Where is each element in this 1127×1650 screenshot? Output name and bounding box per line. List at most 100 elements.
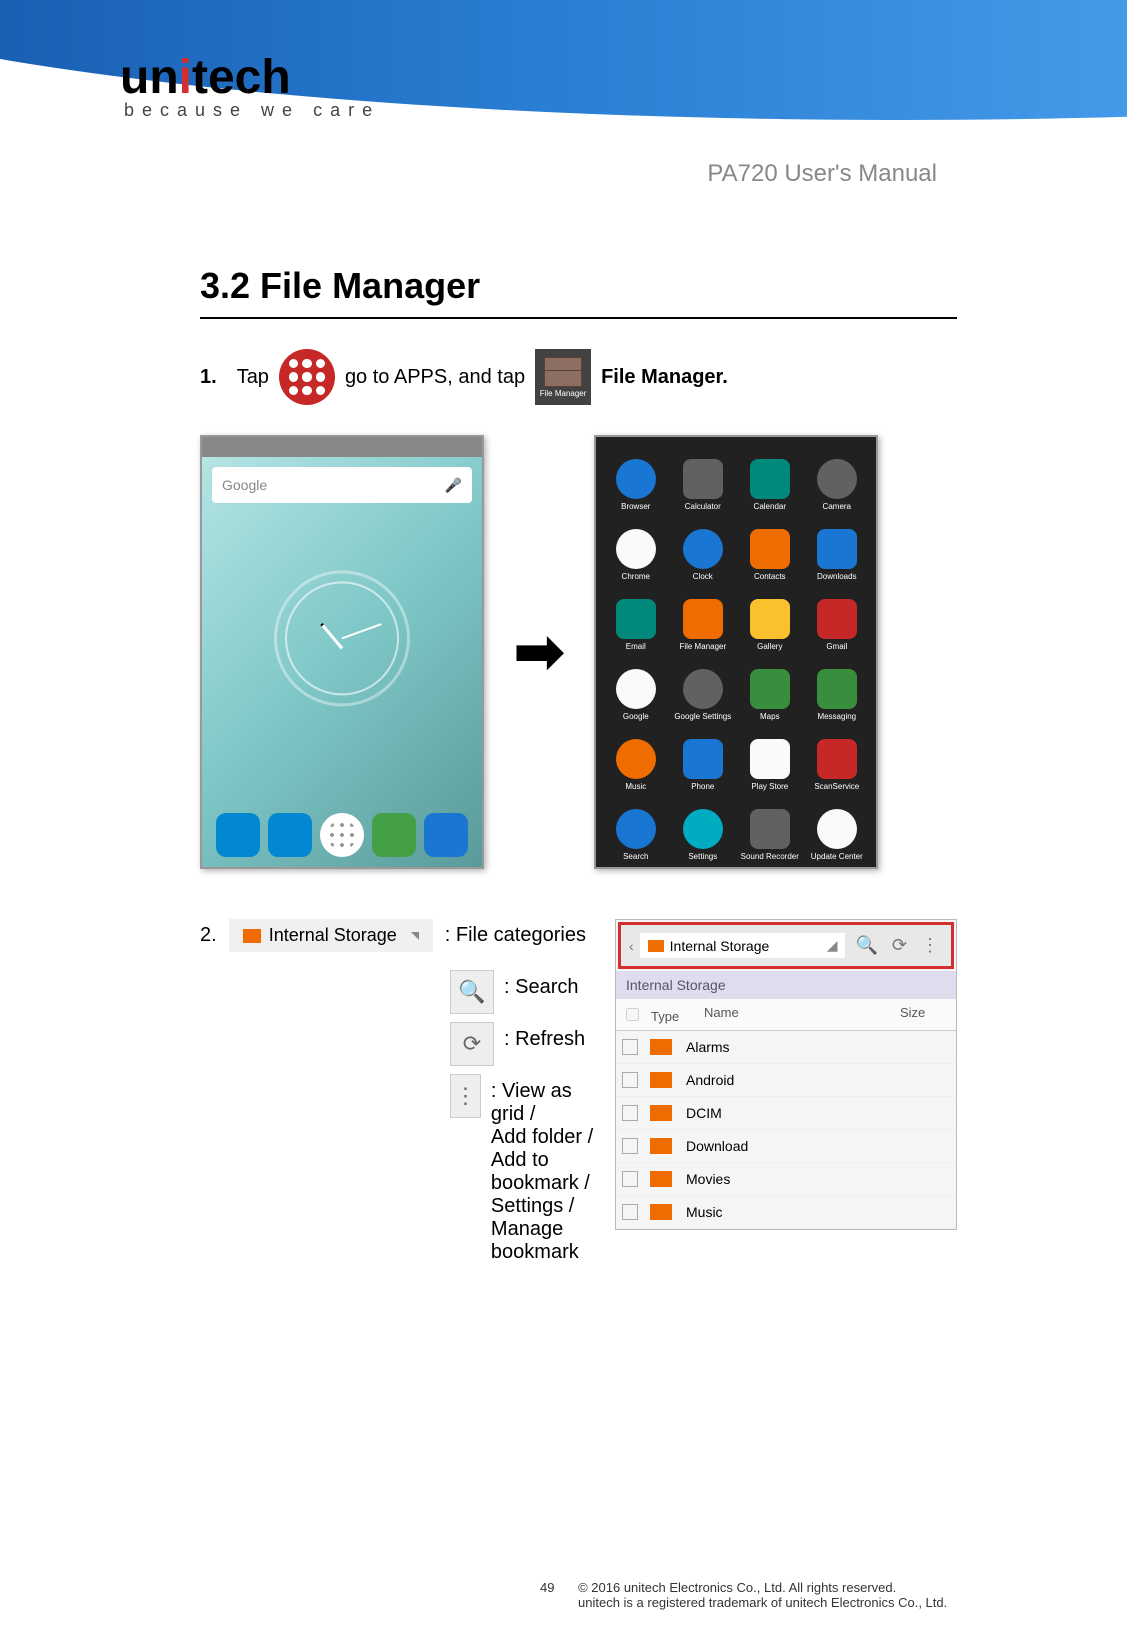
- refresh-icon: ⟳: [450, 1022, 494, 1066]
- dropdown-triangle-icon: ◢: [827, 937, 838, 954]
- app-label: Google: [623, 712, 649, 721]
- checkbox-icon: [622, 1072, 638, 1088]
- fm-storage-dropdown: Internal Storage ◢: [640, 933, 846, 958]
- app-icon: [616, 599, 656, 639]
- app-icon: [750, 529, 790, 569]
- legend-more: ⋮ : View as grid / Add folder / Add to b…: [450, 1074, 605, 1264]
- app-icon: [750, 669, 790, 709]
- app-label: Search: [623, 852, 648, 861]
- step-2: 2. Internal Storage : File categories 🔍 …: [200, 919, 957, 1272]
- apps-grid: Browser Calculator Calendar Camera Chrome Clo…: [604, 459, 868, 855]
- app-item: Chrome: [604, 529, 667, 595]
- app-icon: [817, 669, 857, 709]
- google-search-placeholder: Google: [222, 477, 267, 493]
- search-icon: 🔍: [450, 970, 494, 1014]
- app-icon: [616, 529, 656, 569]
- apps-screen-shot: Browser Calculator Calendar Camera Chrome Clo…: [594, 435, 878, 869]
- page-header: unitech because we care PA720 User's Man…: [0, 0, 1127, 220]
- fm-row-name: Android: [686, 1072, 734, 1088]
- fm-more-icon: ⋮: [917, 935, 943, 956]
- app-item: Music: [604, 739, 667, 805]
- app-item: Update Center: [805, 809, 868, 875]
- app-icon: [683, 459, 723, 499]
- folder-icon: [650, 1138, 672, 1154]
- app-label: Update Center: [811, 852, 863, 861]
- manual-title: PA720 User's Manual: [707, 160, 937, 188]
- folder-icon: [650, 1072, 672, 1088]
- copyright-line-1: © 2016 unitech Electronics Co., Ltd. All…: [578, 1580, 896, 1595]
- fm-row-name: Alarms: [686, 1039, 730, 1055]
- fm-row-name: Movies: [686, 1171, 730, 1187]
- app-label: Calculator: [685, 502, 721, 511]
- internal-storage-label: Internal Storage: [269, 925, 397, 946]
- app-label: Clock: [693, 572, 713, 581]
- fm-col-type: Type: [616, 999, 698, 1030]
- fm-column-header: Type Name Size: [616, 999, 956, 1031]
- fm-col-size: Size: [894, 999, 956, 1030]
- folder-icon: [650, 1204, 672, 1220]
- app-label: Browser: [621, 502, 650, 511]
- clock-hour-hand: [320, 623, 343, 649]
- checkbox-icon: [622, 1105, 638, 1121]
- step-1-text-c: File Manager.: [601, 366, 728, 389]
- fm-row: Alarms: [616, 1031, 956, 1064]
- app-label: Contacts: [754, 572, 786, 581]
- app-icon: [750, 739, 790, 779]
- app-item: Camera: [805, 459, 868, 525]
- app-item: Browser: [604, 459, 667, 525]
- app-label: Messaging: [817, 712, 856, 721]
- app-icon: [683, 669, 723, 709]
- app-label: Gmail: [826, 642, 847, 651]
- screenshots-row: Google 🎤 ➡: [200, 435, 957, 869]
- app-item: Google: [604, 669, 667, 735]
- app-icon: [817, 529, 857, 569]
- file-manager-icon: File Manager: [535, 349, 591, 405]
- dock-messaging-icon: [372, 813, 416, 857]
- more-icon: ⋮: [450, 1074, 481, 1118]
- app-icon: [616, 459, 656, 499]
- section-heading: 3.2 File Manager: [200, 265, 957, 307]
- folder-icon: [650, 1039, 672, 1055]
- brand-part2: tech: [192, 51, 291, 104]
- page-number: 49: [540, 1580, 554, 1595]
- status-bar: [202, 437, 482, 457]
- file-manager-icon-label: File Manager: [540, 389, 587, 398]
- app-label: Camera: [823, 502, 851, 511]
- apps-launcher-icon: [279, 349, 335, 405]
- app-label: Downloads: [817, 572, 857, 581]
- app-icon: [616, 809, 656, 849]
- checkbox-icon: [622, 1138, 638, 1154]
- search-desc: : Search: [504, 970, 578, 999]
- fm-toolbar-highlight: ‹ Internal Storage ◢ 🔍 ⟳ ⋮: [618, 922, 954, 969]
- app-label: File Manager: [679, 642, 726, 651]
- app-icon: [817, 459, 857, 499]
- fm-search-icon: 🔍: [851, 935, 881, 956]
- page: unitech because we care PA720 User's Man…: [0, 0, 1127, 1650]
- app-item: Messaging: [805, 669, 868, 735]
- file-manager-screenshot: ‹ Internal Storage ◢ 🔍 ⟳ ⋮ Internal Stor…: [615, 919, 957, 1230]
- brand-dot: i: [179, 51, 192, 104]
- app-item: Gallery: [738, 599, 801, 665]
- step-2-number: 2.: [200, 924, 217, 947]
- fm-row-name: Music: [686, 1204, 723, 1220]
- fm-refresh-icon: ⟳: [888, 935, 911, 956]
- folder-icon: [650, 1105, 672, 1121]
- app-label: Maps: [760, 712, 780, 721]
- app-icon: [616, 669, 656, 709]
- more-desc: : View as grid / Add folder / Add to boo…: [491, 1074, 605, 1264]
- checkbox-icon: [622, 1171, 638, 1187]
- folder-icon: [650, 1171, 672, 1187]
- step-2-line-categories: 2. Internal Storage : File categories: [200, 919, 605, 952]
- app-icon: [683, 739, 723, 779]
- dock-phone-icon: [216, 813, 260, 857]
- app-icon: [817, 809, 857, 849]
- app-label: Calendar: [754, 502, 786, 511]
- fm-storage-label: Internal Storage: [670, 938, 770, 954]
- app-item: File Manager: [671, 599, 734, 665]
- app-item: Clock: [671, 529, 734, 595]
- app-item: Play Store: [738, 739, 801, 805]
- fm-row: Download: [616, 1130, 956, 1163]
- dock-contacts-icon: [268, 813, 312, 857]
- home-dock: [202, 813, 482, 857]
- fm-rows: AlarmsAndroidDCIMDownloadMoviesMusic: [616, 1031, 956, 1229]
